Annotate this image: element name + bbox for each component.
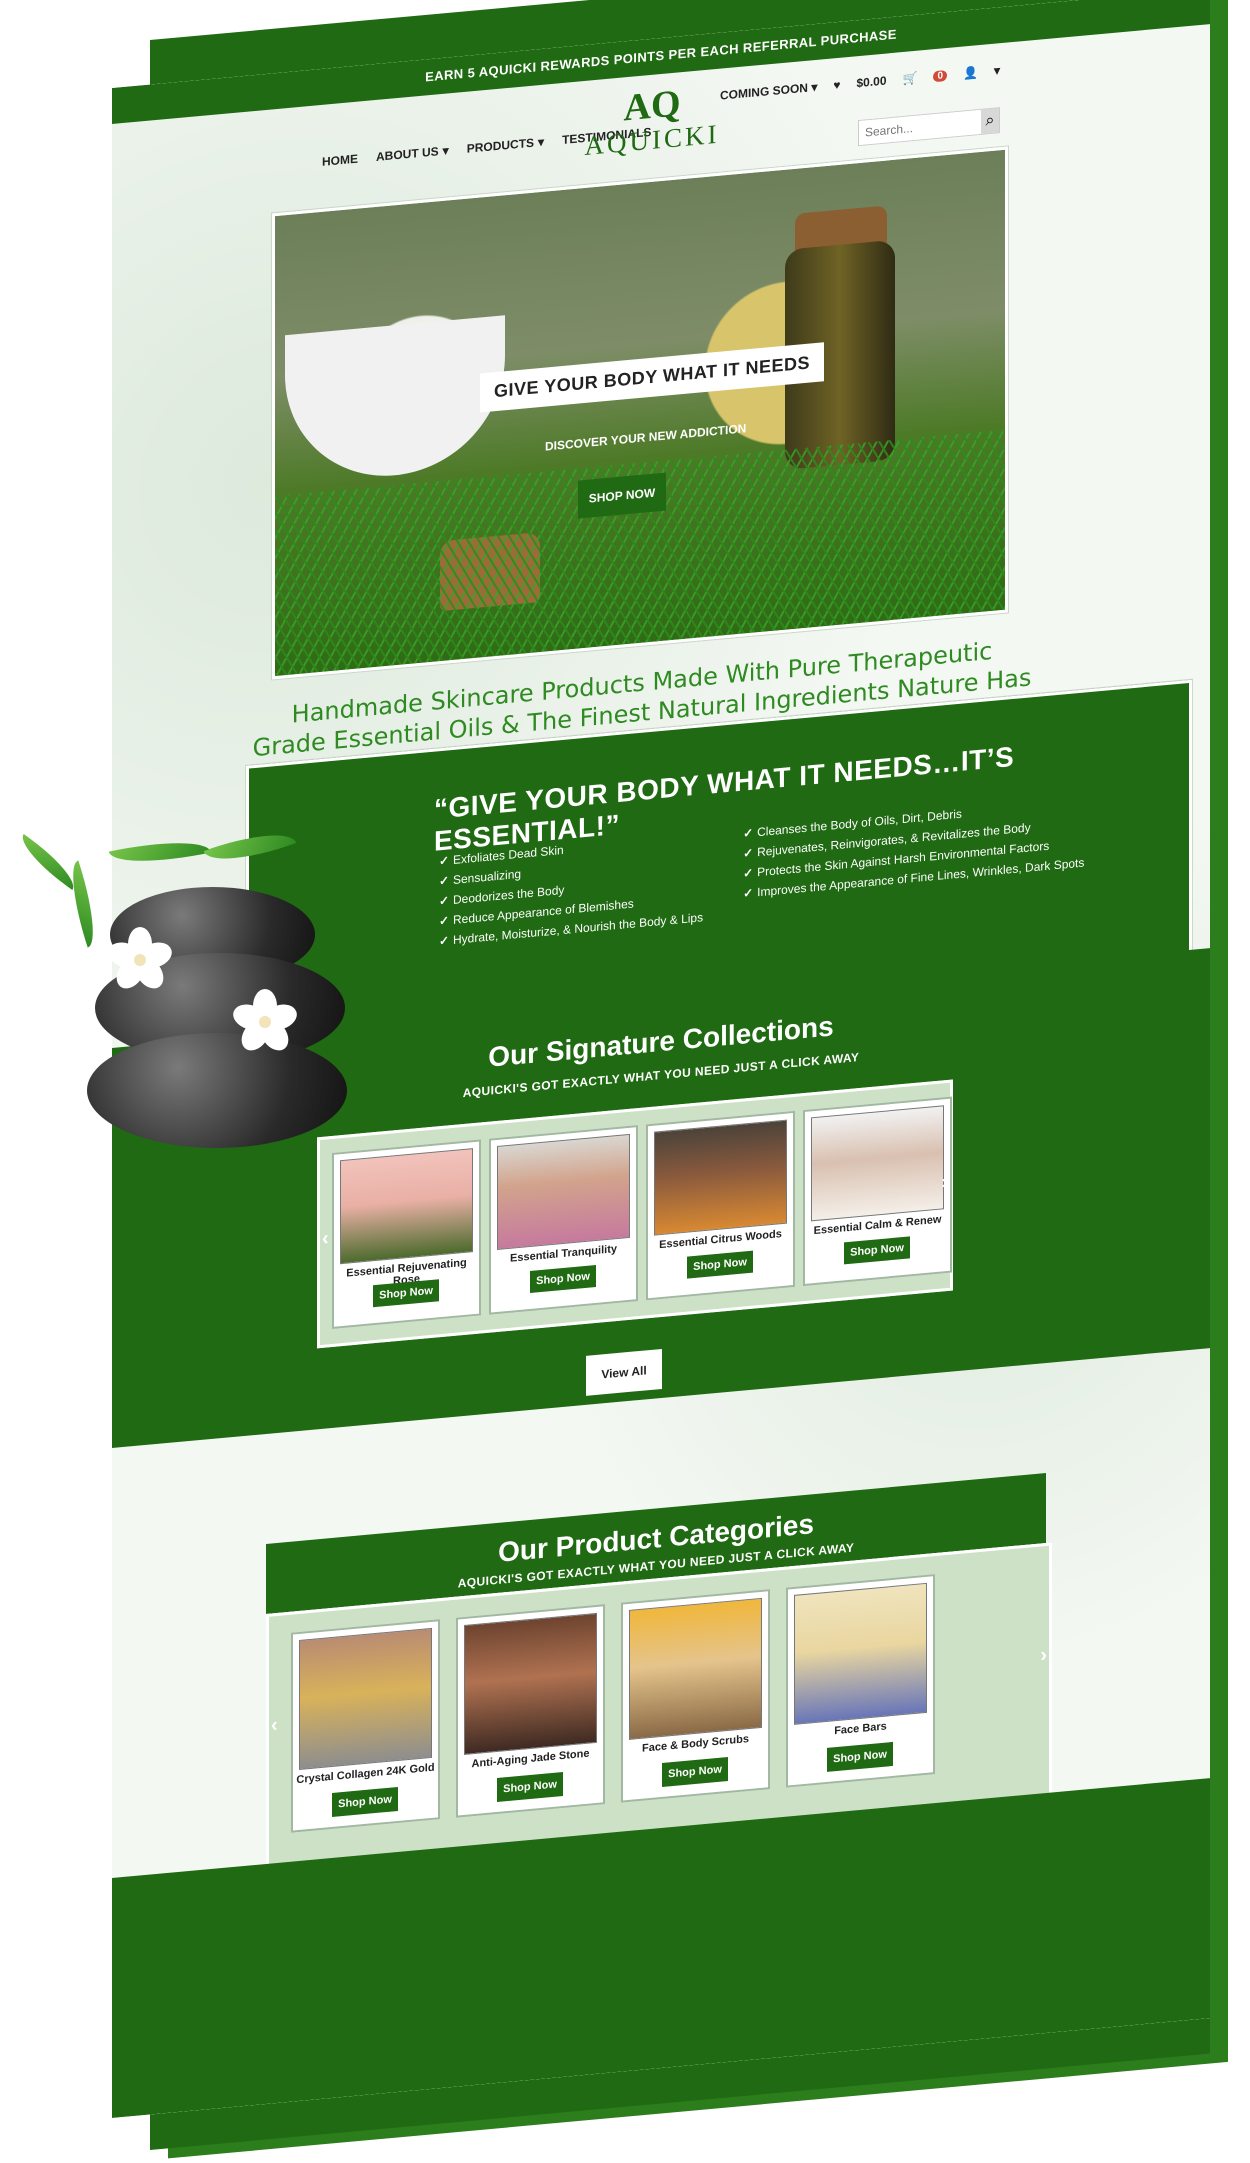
nav-about[interactable]: ABOUT US ▾ — [376, 143, 449, 164]
view-all-button[interactable]: View All — [586, 1348, 662, 1396]
collection-image — [497, 1133, 630, 1250]
cart-count-badge: 0 — [933, 69, 948, 82]
hero-title: GIVE YOUR BODY WHAT IT NEEDS — [480, 342, 825, 413]
collection-image — [340, 1148, 473, 1265]
shop-now-button[interactable]: Shop Now — [530, 1264, 596, 1293]
nav-products-label: PRODUCTS — [466, 135, 535, 156]
collection-card[interactable]: Essential Citrus Woods Shop Now — [646, 1110, 795, 1301]
mortar-bowl — [285, 315, 505, 486]
leaf-shape — [108, 830, 212, 874]
category-card[interactable]: Crystal Collagen 24K Gold Shop Now — [291, 1619, 440, 1833]
chevron-down-icon: ▾ — [538, 134, 545, 150]
hero-shop-now-button[interactable]: SHOP NOW — [578, 472, 666, 519]
shop-now-button[interactable]: Shop Now — [332, 1786, 398, 1817]
flower-icon — [103, 923, 177, 997]
cart-total[interactable]: $0.00 — [856, 74, 886, 91]
user-icon[interactable]: 👤 — [963, 65, 978, 80]
collection-image — [654, 1119, 787, 1236]
search-icon: ⌕ — [985, 111, 995, 130]
category-image — [299, 1627, 432, 1770]
nav-products[interactable]: PRODUCTS ▾ — [467, 135, 544, 156]
heart-icon[interactable]: ♥ — [833, 78, 840, 93]
header-tools: COMING SOON ▾ ♥ $0.00 🛒 0 👤 ▾ — [720, 63, 1000, 102]
browser-mockup: EARN 5 AQUICKI REWARDS POINTS PER EACH R… — [0, 0, 1250, 2163]
collection-card[interactable]: Essential Tranquility Shop Now — [489, 1125, 638, 1315]
flower-icon — [228, 985, 302, 1059]
hero-subtitle: DISCOVER YOUR NEW ADDICTION — [545, 421, 747, 454]
collection-card[interactable]: Essential Rejuvenating Rose Shop Now — [332, 1139, 481, 1329]
shop-now-button[interactable]: Shop Now — [497, 1771, 563, 1802]
chevron-down-icon: ▾ — [811, 79, 818, 95]
nav-home-label: HOME — [322, 151, 358, 169]
spa-stones-decoration — [0, 820, 350, 1165]
nav-home[interactable]: HOME — [322, 152, 358, 169]
category-image — [629, 1597, 762, 1740]
category-cards: Crystal Collagen 24K Gold Shop Now Anti-… — [291, 1574, 935, 1833]
search-button[interactable]: ⌕ — [981, 108, 999, 134]
nav-about-label: ABOUT US — [376, 144, 439, 164]
shop-now-button[interactable]: Shop Now — [687, 1250, 753, 1279]
category-card[interactable]: Face Bars Shop Now — [786, 1574, 935, 1788]
shop-now-button[interactable]: Shop Now — [662, 1756, 728, 1787]
stone-bottom — [87, 1033, 347, 1148]
chevron-down-icon: ▾ — [442, 143, 449, 158]
category-card[interactable]: Anti-Aging Jade Stone Shop Now — [456, 1604, 605, 1818]
arrow-right-icon[interactable]: › — [941, 1171, 948, 1195]
cart-icon[interactable]: 🛒 — [903, 71, 918, 86]
category-card[interactable]: Face & Body Scrubs Shop Now — [621, 1589, 770, 1803]
arrow-left-icon[interactable]: ‹ — [322, 1227, 329, 1251]
arrow-right-icon[interactable]: › — [1040, 1644, 1047, 1668]
shop-now-button[interactable]: Shop Now — [844, 1236, 910, 1265]
chevron-down-icon: ▾ — [993, 63, 1000, 78]
shop-now-button[interactable]: Shop Now — [827, 1741, 893, 1772]
category-image — [794, 1582, 927, 1725]
shop-now-button[interactable]: Shop Now — [373, 1279, 439, 1308]
collections-carousel: ‹ Essential Rejuvenating Rose Shop Now E… — [317, 1079, 953, 1349]
hero-banner: GIVE YOUR BODY WHAT IT NEEDS DISCOVER YO… — [272, 146, 1008, 680]
collection-image — [811, 1105, 944, 1222]
arrow-left-icon[interactable]: ‹ — [271, 1714, 278, 1738]
category-image — [464, 1612, 597, 1755]
collection-cards: Essential Rejuvenating Rose Shop Now Ess… — [332, 1096, 952, 1329]
collection-card[interactable]: Essential Calm & Renew Shop Now — [803, 1096, 952, 1287]
